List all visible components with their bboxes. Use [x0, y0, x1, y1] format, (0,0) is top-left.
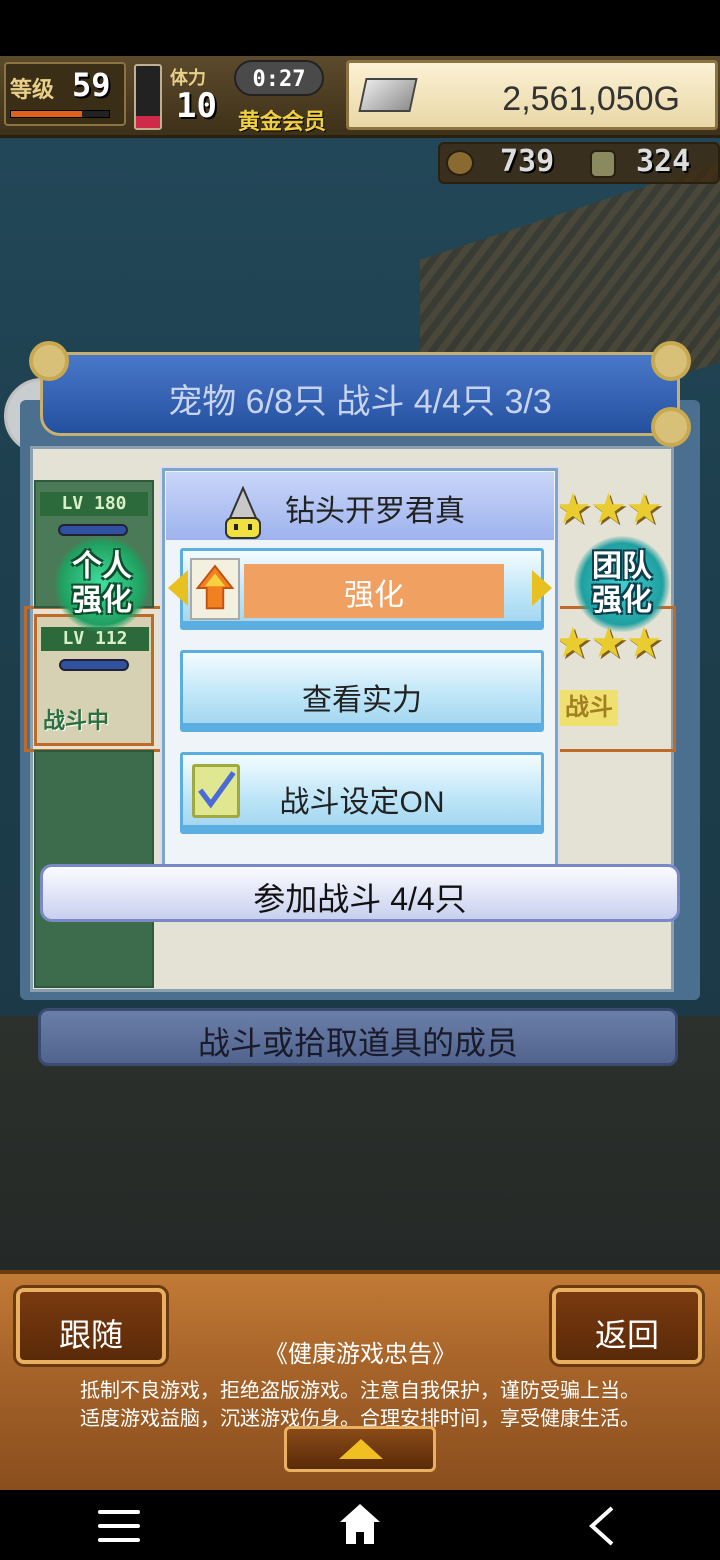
health-advisory-title: 《健康游戏忠告》: [264, 1341, 456, 1368]
pet-level: LV 180: [40, 492, 148, 516]
description-label: 战斗或拾取道具的成员: [197, 1025, 518, 1061]
checkmark-icon: [198, 771, 236, 809]
home-icon[interactable]: [338, 1502, 382, 1546]
personal-boost-label: 个人 强化: [72, 550, 132, 617]
medal-icon: [590, 150, 616, 178]
panel-title: 宠物 6/8只 战斗 4/4只 3/3: [168, 383, 552, 421]
view-strength-label: 查看实力: [302, 684, 422, 717]
stamina-timer: 0:27: [234, 60, 324, 96]
level-value: 59: [72, 66, 111, 104]
resource-value-2: 324: [636, 144, 691, 179]
upgrade-arrow-icon: [190, 558, 240, 620]
team-boost-button[interactable]: 团队 强化: [574, 536, 670, 632]
exp-bar-fill: [11, 111, 82, 117]
back-icon[interactable]: [588, 1506, 616, 1546]
pet-exp-bar: [58, 524, 128, 536]
next-arrow-icon[interactable]: [532, 570, 552, 606]
previous-arrow-icon[interactable]: [168, 570, 188, 606]
join-battle-label: 参加战斗 4/4只: [253, 881, 467, 917]
pet-status: 战斗中: [43, 708, 110, 733]
pet-exp-bar: [59, 659, 129, 671]
stamina-value: 10: [176, 86, 217, 126]
coin-icon: [446, 150, 474, 176]
level-label: 等级: [10, 78, 55, 103]
team-boost-label: 团队 强化: [592, 550, 652, 617]
rating-stars: ★★★: [554, 484, 663, 533]
pet-card-2[interactable]: LV 112 战斗中: [34, 614, 154, 746]
exp-bar: [10, 110, 110, 118]
resource-value-1: 739: [500, 144, 555, 179]
popup-title: 钻头开罗君真: [285, 495, 465, 528]
stamina-gauge: [134, 64, 162, 130]
stamina-gauge-fill: [136, 115, 160, 128]
membership-label: 黄金会员: [238, 109, 327, 134]
status-bar: [0, 0, 720, 56]
menu-icon[interactable]: [98, 1508, 140, 1544]
expand-button[interactable]: [284, 1426, 436, 1472]
up-arrow-icon: [339, 1439, 383, 1459]
battle-tag: 战斗: [560, 690, 618, 726]
gold-value: 2,561,050G: [502, 80, 680, 118]
gold-bar-icon: [358, 78, 418, 112]
battle-setting-checkbox[interactable]: [192, 764, 240, 818]
view-strength-button[interactable]: 查看实力: [180, 650, 544, 732]
enhance-label-overlay: 强化: [344, 579, 404, 612]
health-advisory-line-1: 抵制不良游戏，拒绝盗版游戏。注意自我保护，谨防受骗上当。: [80, 1380, 640, 1402]
personal-boost-button[interactable]: 个人 强化: [54, 536, 150, 632]
